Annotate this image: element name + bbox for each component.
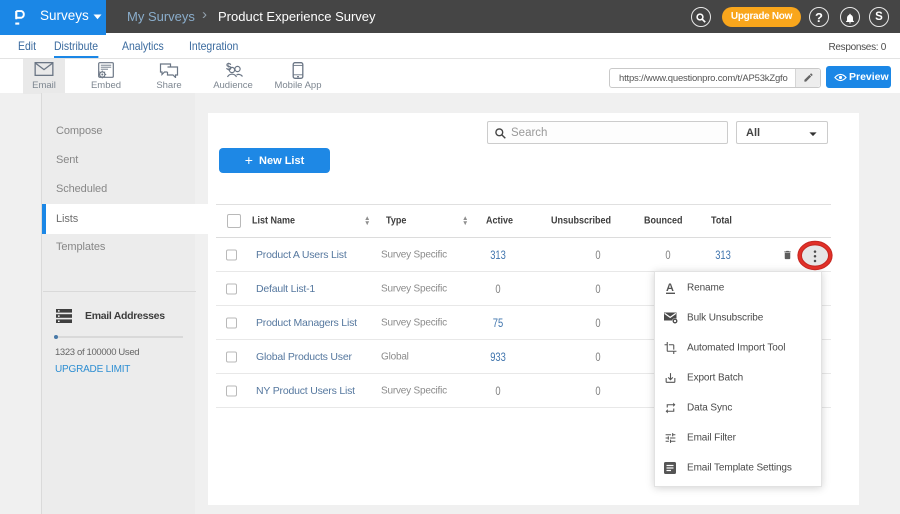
svg-text:A: A [666,282,674,294]
